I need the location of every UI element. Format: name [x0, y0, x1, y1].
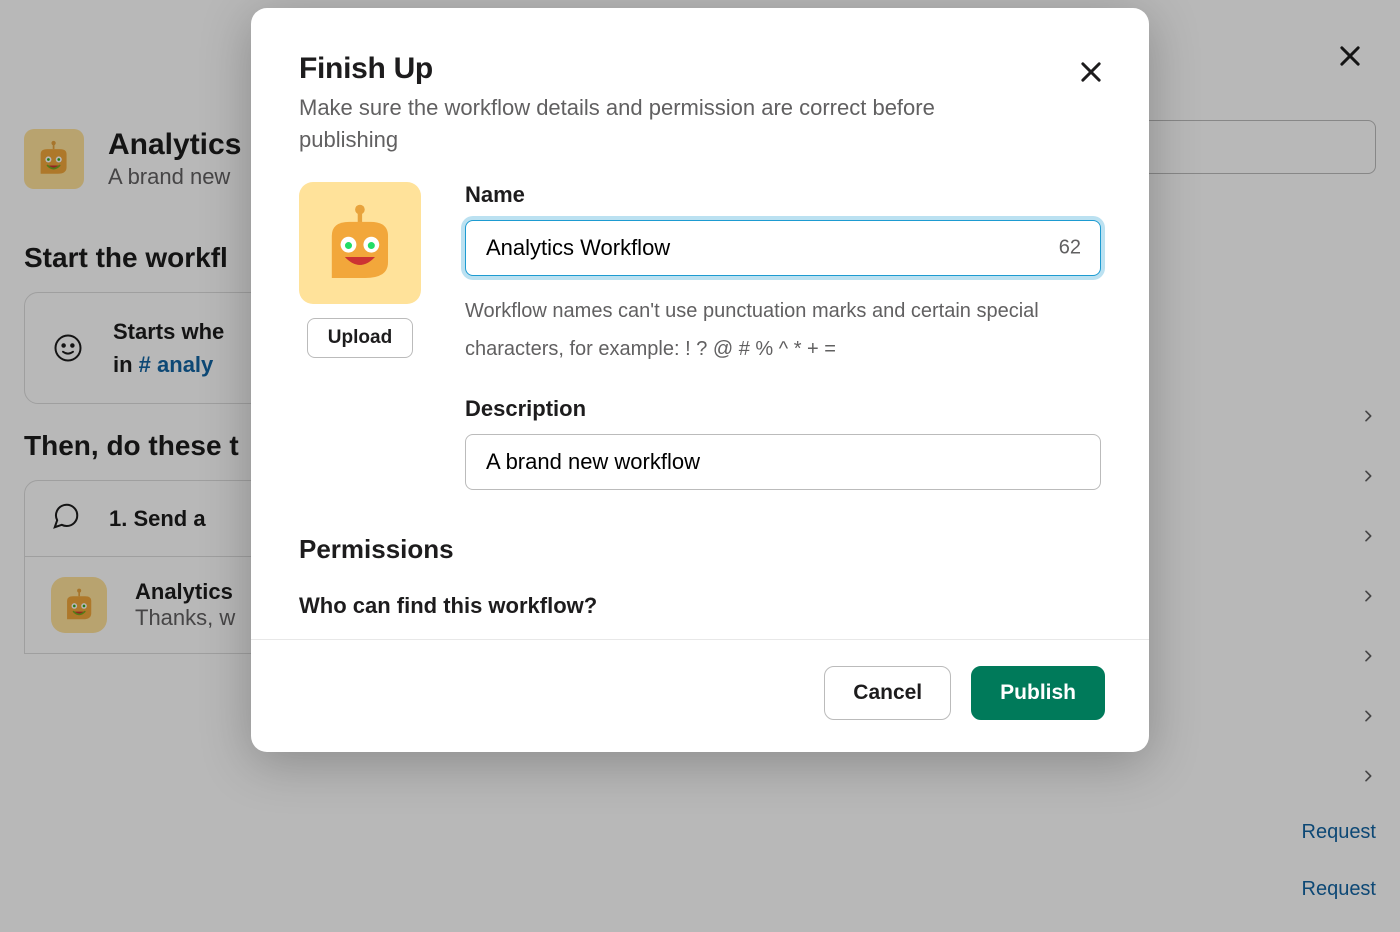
modal-footer: Cancel Publish — [251, 639, 1149, 752]
name-helper-text: Workflow names can't use punctuation mar… — [465, 292, 1101, 368]
permissions-heading: Permissions — [299, 534, 1101, 565]
permissions-question: Who can find this workflow? — [299, 593, 1101, 619]
char-remaining: 62 — [1059, 236, 1081, 259]
modal-subtitle: Make sure the workflow details and permi… — [299, 92, 939, 156]
name-label: Name — [465, 182, 1101, 208]
close-modal-button[interactable] — [1077, 58, 1105, 91]
description-label: Description — [465, 396, 1101, 422]
cancel-button[interactable]: Cancel — [824, 666, 951, 720]
workflow-icon-preview — [299, 182, 421, 304]
workflow-name-input[interactable] — [465, 220, 1101, 276]
upload-icon-button[interactable]: Upload — [307, 318, 413, 358]
modal-title: Finish Up — [299, 52, 1101, 86]
finish-up-modal: Finish Up Make sure the workflow details… — [251, 8, 1149, 752]
publish-button[interactable]: Publish — [971, 666, 1105, 720]
workflow-description-input[interactable] — [465, 434, 1101, 490]
